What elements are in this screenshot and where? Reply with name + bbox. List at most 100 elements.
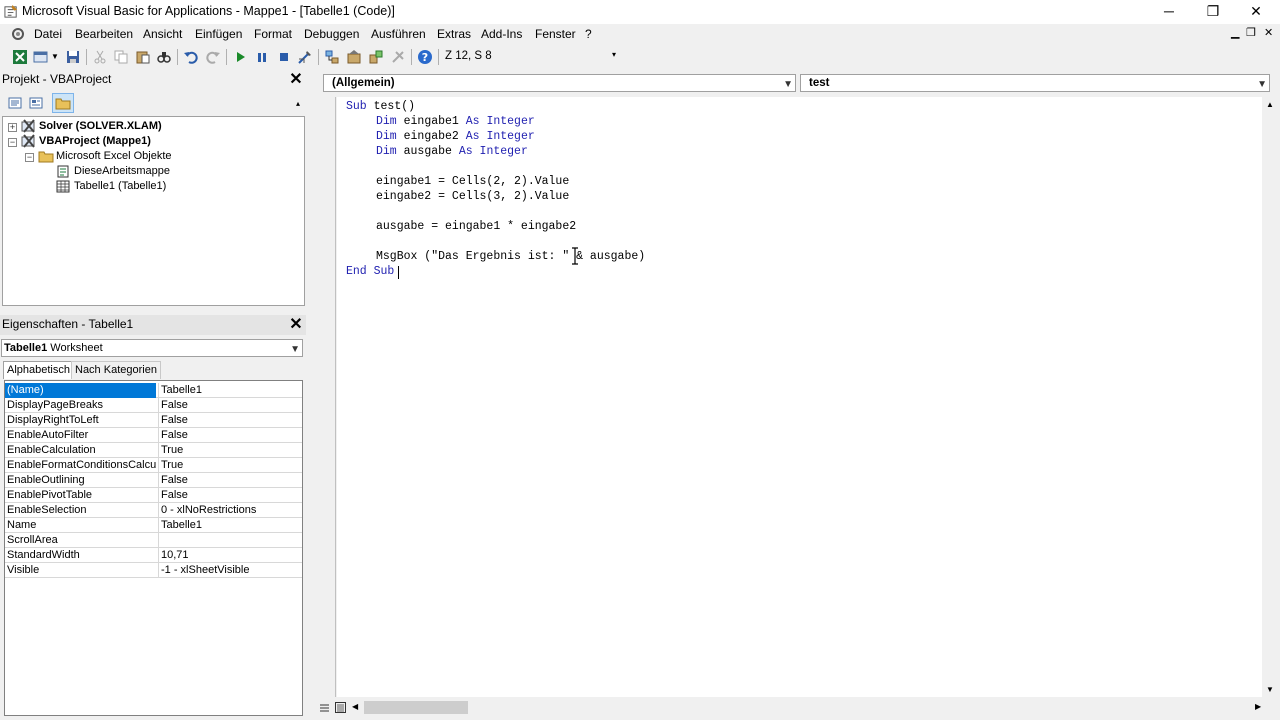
property-value[interactable]: Tabelle1 xyxy=(158,383,302,398)
property-value[interactable]: False xyxy=(158,398,302,413)
property-value[interactable]: 0 - xlNoRestrictions xyxy=(158,503,302,518)
property-value[interactable]: False xyxy=(158,428,302,443)
property-row[interactable]: EnableOutlining False xyxy=(5,473,302,488)
insert-userform-icon[interactable] xyxy=(33,49,49,65)
vba-app-icon xyxy=(4,4,18,18)
property-name: EnablePivotTable xyxy=(7,489,93,501)
object-select[interactable]: (Allgemein) ▼ xyxy=(323,74,796,92)
properties-panel-title: Eigenschaften - Tabelle1 xyxy=(2,317,134,331)
menu-debuggen[interactable]: Debuggen xyxy=(304,27,359,41)
scroll-down-icon[interactable]: ▼ xyxy=(1266,685,1274,694)
tab-nach-kategorien[interactable]: Nach Kategorien xyxy=(71,361,161,379)
property-value[interactable]: -1 - xlSheetVisible xyxy=(158,563,302,578)
redo-icon[interactable] xyxy=(205,49,221,65)
pause-icon[interactable] xyxy=(254,49,270,65)
property-row[interactable]: (Name) Tabelle1 xyxy=(5,383,302,398)
undo-icon[interactable] xyxy=(183,49,199,65)
menu-datei[interactable]: Datei xyxy=(34,27,62,41)
menu-fenster[interactable]: Fenster xyxy=(535,27,576,41)
property-value[interactable]: False xyxy=(158,488,302,503)
view-object-icon[interactable] xyxy=(28,95,44,111)
property-value[interactable]: Tabelle1 xyxy=(158,518,302,533)
expand-solver-icon[interactable]: + xyxy=(8,123,17,132)
menu-extras[interactable]: Extras xyxy=(437,27,471,41)
tree-item-vbaproject[interactable]: VBAProject (Mappe1) xyxy=(39,134,151,149)
keyword: Dim xyxy=(376,130,397,143)
vertical-scrollbar[interactable]: ▲ ▼ xyxy=(1262,97,1279,697)
property-value[interactable]: False xyxy=(158,413,302,428)
full-module-view-icon[interactable] xyxy=(335,702,346,713)
close-button[interactable]: ✕ xyxy=(1233,0,1279,24)
tree-item-tabelle1[interactable]: Tabelle1 (Tabelle1) xyxy=(74,179,166,194)
scroll-left-icon[interactable]: ◀ xyxy=(352,702,358,711)
restore-button[interactable]: ❐ xyxy=(1190,0,1236,24)
menu-addins[interactable]: Add-Ins xyxy=(481,27,522,41)
menu-einfuegen[interactable]: Einfügen xyxy=(195,27,242,41)
mdi-restore-button[interactable]: ❐ xyxy=(1246,26,1256,39)
horizontal-scrollbar[interactable]: ◀ ▶ xyxy=(316,699,1280,716)
tree-item-excel-objects[interactable]: Microsoft Excel Objekte xyxy=(56,149,172,164)
save-icon[interactable] xyxy=(65,49,81,65)
copy-icon[interactable] xyxy=(113,49,129,65)
property-row[interactable]: StandardWidth 10,71 xyxy=(5,548,302,563)
property-row[interactable]: DisplayRightToLeft False xyxy=(5,413,302,428)
properties-panel-close-icon[interactable]: ✕ xyxy=(288,317,304,333)
scroll-right-icon[interactable]: ▶ xyxy=(1255,702,1261,711)
code-editor[interactable]: Sub test() Dim eingabe1 As Integer Dim e… xyxy=(337,97,1262,697)
property-row[interactable]: EnablePivotTable False xyxy=(5,488,302,503)
run-icon[interactable] xyxy=(232,49,248,65)
find-icon[interactable] xyxy=(156,49,172,65)
excel-icon[interactable] xyxy=(12,49,28,65)
property-row[interactable]: EnableCalculation True xyxy=(5,443,302,458)
property-row[interactable]: EnableFormatConditionsCalculationTrue xyxy=(5,458,302,473)
minimize-button[interactable]: ─ xyxy=(1146,0,1192,24)
property-value[interactable]: True xyxy=(158,458,302,473)
property-value[interactable] xyxy=(158,533,302,548)
tree-item-diesearbeitsmappe[interactable]: DieseArbeitsmappe xyxy=(74,164,170,179)
menu-bearbeiten[interactable]: Bearbeiten xyxy=(75,27,133,41)
design-mode-icon[interactable] xyxy=(297,49,313,65)
mdi-minimize-button[interactable]: ▁ xyxy=(1231,26,1239,39)
properties-window-icon[interactable] xyxy=(346,49,362,65)
menu-help[interactable]: ? xyxy=(585,27,592,41)
property-value[interactable]: True xyxy=(158,443,302,458)
property-row[interactable]: DisplayPageBreaks False xyxy=(5,398,302,413)
properties-object-select[interactable]: Tabelle1 Worksheet ▼ xyxy=(1,339,303,357)
property-value[interactable]: False xyxy=(158,473,302,488)
property-row[interactable]: EnableSelection 0 - xlNoRestrictions xyxy=(5,503,302,518)
property-name: EnableFormatConditionsCalculation xyxy=(7,459,156,471)
cut-icon[interactable] xyxy=(92,49,108,65)
procedure-select[interactable]: test ▼ xyxy=(800,74,1270,92)
object-browser-icon[interactable] xyxy=(368,49,384,65)
view-code-icon[interactable] xyxy=(7,95,23,111)
toggle-folders-button[interactable] xyxy=(52,93,74,113)
keyword: As Integer xyxy=(465,130,535,143)
code-margin[interactable] xyxy=(316,97,336,697)
help-icon[interactable]: ? xyxy=(417,49,433,65)
dropdown-arrow-icon[interactable]: ▼ xyxy=(51,52,59,61)
project-scroll-arrow-icon[interactable]: ▴ xyxy=(296,99,300,108)
menu-ausfuehren[interactable]: Ausführen xyxy=(371,27,426,41)
property-row[interactable]: ScrollArea xyxy=(5,533,302,548)
mdi-close-button[interactable]: ✕ xyxy=(1264,26,1273,39)
procedure-view-icon[interactable] xyxy=(319,702,330,713)
property-value[interactable]: 10,71 xyxy=(158,548,302,563)
scroll-up-icon[interactable]: ▲ xyxy=(1266,100,1274,109)
project-explorer-icon[interactable] xyxy=(324,49,340,65)
toolbox-icon[interactable] xyxy=(390,49,406,65)
menu-format[interactable]: Format xyxy=(254,27,292,41)
vba-project-icon[interactable] xyxy=(10,26,26,42)
tab-alphabetisch[interactable]: Alphabetisch xyxy=(3,361,74,379)
collapse-excel-objects-icon[interactable]: − xyxy=(25,153,34,162)
project-panel-close-icon[interactable]: ✕ xyxy=(288,72,304,88)
collapse-vbaproject-icon[interactable]: − xyxy=(8,138,17,147)
scroll-thumb[interactable] xyxy=(364,701,468,714)
property-row[interactable]: Visible -1 - xlSheetVisible xyxy=(5,563,302,578)
menu-ansicht[interactable]: Ansicht xyxy=(143,27,182,41)
toolbar-options-icon[interactable]: ▾ xyxy=(612,50,616,59)
property-row[interactable]: EnableAutoFilter False xyxy=(5,428,302,443)
property-row[interactable]: Name Tabelle1 xyxy=(5,518,302,533)
tree-item-solver[interactable]: Solver (SOLVER.XLAM) xyxy=(39,119,162,134)
stop-icon[interactable] xyxy=(276,49,292,65)
paste-icon[interactable] xyxy=(135,49,151,65)
